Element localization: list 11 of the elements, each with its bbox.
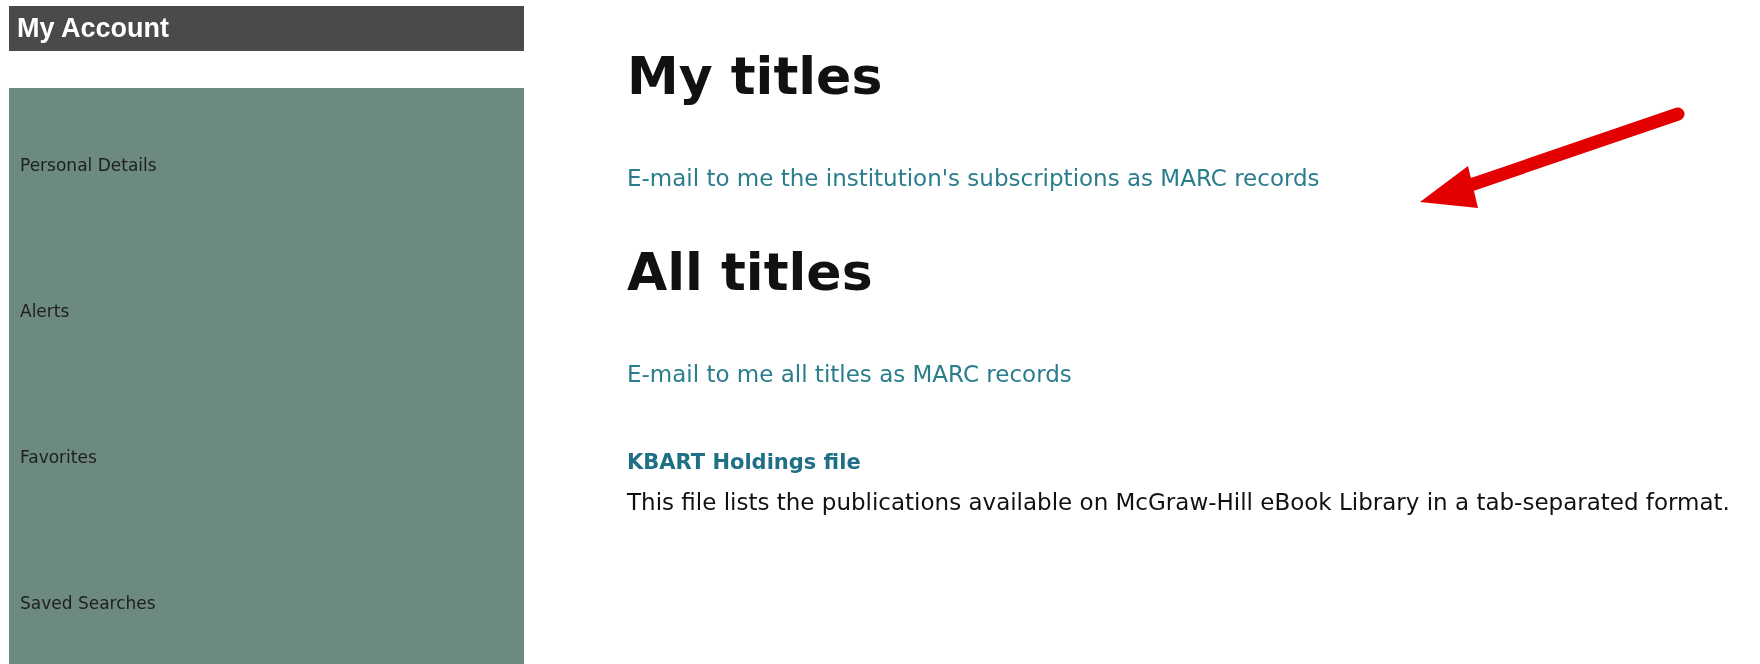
sidebar-title: My Account	[9, 6, 524, 51]
sidebar-link[interactable]: Favorites	[20, 444, 97, 470]
sidebar-link[interactable]: Alerts	[20, 298, 70, 324]
sidebar-link[interactable]: Saved Searches	[20, 590, 156, 616]
email-link[interactable]: E-mail to me all titles as MARC records	[627, 358, 1072, 390]
kbart-link[interactable]: KBART Holdings file	[627, 448, 861, 476]
kbart-description: This file lists the publications available on McGraw-Hill eBook Library in a tab-separated format.	[627, 488, 1731, 517]
sidebar-link[interactable]: Personal Details	[20, 152, 157, 178]
email-link[interactable]: E-mail to me the institution's subscriptions as MARC records	[627, 162, 1320, 194]
section-heading: All titles	[627, 241, 873, 304]
section-heading: My titles	[627, 45, 883, 108]
